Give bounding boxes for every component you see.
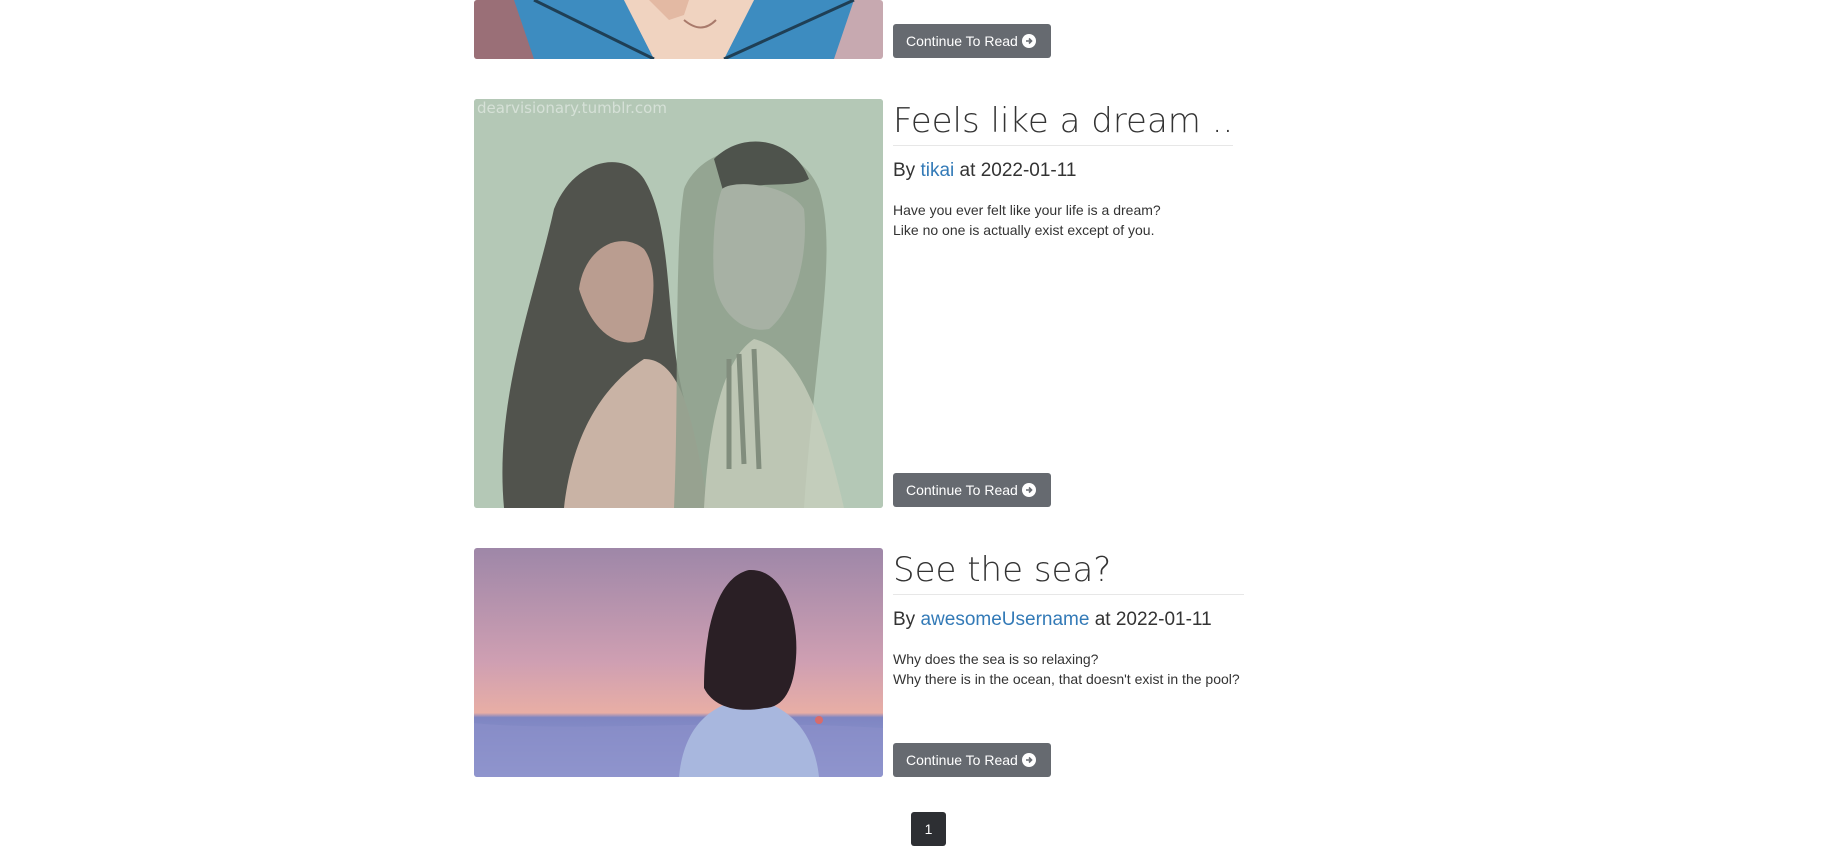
post-excerpt: Why does the sea is so relaxing? Why the… bbox=[893, 649, 1244, 689]
continue-read-label: Continue To Read bbox=[906, 482, 1018, 498]
by-label: By bbox=[893, 609, 916, 630]
author-link[interactable]: tikai bbox=[920, 160, 954, 181]
image-watermark: dearvisionary.tumblr.com bbox=[477, 99, 667, 117]
post-body: See the sea? By awesomeUsername at 2022-… bbox=[893, 548, 1244, 689]
post-thumbnail[interactable] bbox=[474, 0, 883, 59]
at-label: at bbox=[959, 160, 976, 181]
by-label: By bbox=[893, 160, 916, 181]
pagination-page-current[interactable]: 1 bbox=[911, 812, 946, 846]
post-excerpt: Have you ever felt like your life is a d… bbox=[893, 200, 1244, 240]
excerpt-line: Like no one is actually exist except of … bbox=[893, 222, 1155, 238]
excerpt-line: Why does the sea is so relaxing? bbox=[893, 651, 1099, 667]
post-thumbnail[interactable] bbox=[474, 548, 883, 777]
double-exposure-image: dearvisionary.tumblr.com bbox=[474, 99, 883, 508]
continue-read-label: Continue To Read bbox=[906, 33, 1018, 49]
post-byline: By tikai at 2022-01-11 bbox=[893, 160, 1244, 182]
arrow-circle-right-icon bbox=[1021, 483, 1036, 497]
post-thumbnail[interactable]: dearvisionary.tumblr.com bbox=[474, 99, 883, 508]
arrow-circle-right-icon bbox=[1021, 34, 1036, 48]
continue-read-button[interactable]: Continue To Read bbox=[893, 24, 1051, 58]
post-byline: By awesomeUsername at 2022-01-11 bbox=[893, 609, 1244, 631]
at-label: at bbox=[1094, 609, 1111, 630]
continue-read-label: Continue To Read bbox=[906, 752, 1018, 768]
continue-read-button[interactable]: Continue To Read bbox=[893, 473, 1051, 507]
author-link[interactable]: awesomeUsername bbox=[920, 609, 1089, 630]
post-title[interactable]: See the sea? bbox=[893, 548, 1244, 595]
sea-image bbox=[474, 548, 883, 777]
arrow-circle-right-icon bbox=[1021, 753, 1036, 767]
post-date: 2022-01-11 bbox=[980, 160, 1077, 181]
excerpt-line: Why there is in the ocean, that doesn't … bbox=[893, 671, 1240, 687]
continue-read-button[interactable]: Continue To Read bbox=[893, 743, 1051, 777]
anime-image bbox=[474, 0, 883, 59]
post-date: 2022-01-11 bbox=[1115, 609, 1212, 630]
post-title[interactable]: Feels like a dream .. bbox=[893, 99, 1234, 146]
excerpt-line: Have you ever felt like your life is a d… bbox=[893, 202, 1161, 218]
post-body: Feels like a dream .. By tikai at 2022-0… bbox=[893, 99, 1244, 240]
